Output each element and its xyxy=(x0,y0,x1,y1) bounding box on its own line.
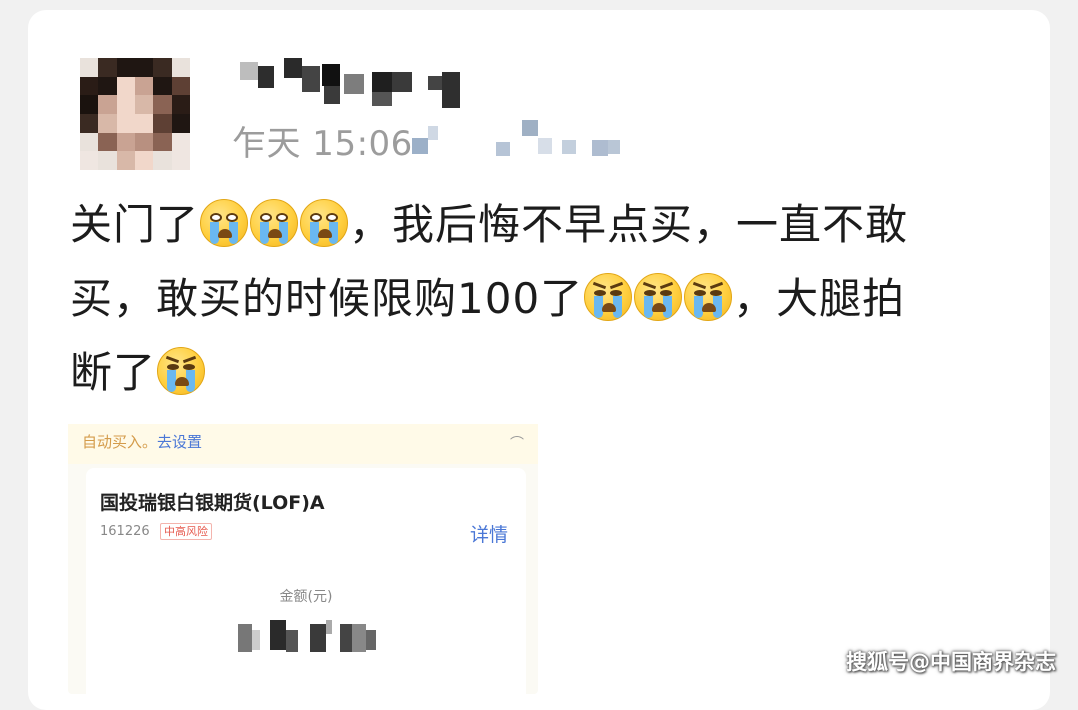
post-timestamp: 乍天 15:06 xyxy=(232,124,413,164)
post-body: 关门了 ，我后悔不早点买，一直不敢 买，敢买的时候限购100了 ，大腿拍 断了 xyxy=(70,188,1030,410)
corner-glyph: ⌒ xyxy=(510,436,524,452)
autobuy-settings-link[interactable]: 去设置 xyxy=(157,433,202,451)
avatar[interactable] xyxy=(80,58,190,170)
pixelated-username[interactable] xyxy=(232,58,472,110)
post-text-segment: 断了 xyxy=(70,348,157,397)
fund-code: 161226 xyxy=(100,524,150,539)
amount-label: 金额(元) xyxy=(279,589,333,605)
fund-card: 国投瑞银白银期货(LOF)A 161226 中高风险 详情 金额(元) xyxy=(86,468,526,708)
crying-face-emoji xyxy=(200,199,249,247)
pixelated-meta-info xyxy=(412,118,632,158)
crying-face-emoji xyxy=(250,199,299,247)
post-text-segment: ，大腿拍 xyxy=(733,274,906,323)
post-line-1: 关门了 ，我后悔不早点买，一直不敢 xyxy=(70,188,1030,262)
post-text-segment: ，我后悔不早点买，一直不敢 xyxy=(349,200,909,249)
crying-face-emoji xyxy=(300,199,349,247)
post-line-3: 断了 xyxy=(70,336,1030,410)
autobuy-notice: 自动买入。去设置 ⌒ xyxy=(68,424,538,464)
attached-fund-screenshot[interactable]: 自动买入。去设置 ⌒ 国投瑞银白银期货(LOF)A 161226 中高风险 详情… xyxy=(68,424,538,708)
post-text-segment: 关门了 xyxy=(70,200,200,249)
post-text-segment: 买，敢买的时候限购100了 xyxy=(70,274,584,323)
post-line-2: 买，敢买的时候限购100了 ，大腿拍 xyxy=(70,262,1030,336)
watermark: 搜狐号@中国商界杂志 xyxy=(846,650,1056,674)
risk-badge: 中高风险 xyxy=(160,523,212,540)
pixelated-amount xyxy=(238,620,388,660)
details-link[interactable]: 详情 xyxy=(470,520,508,547)
angry-crying-face-emoji xyxy=(684,273,733,321)
fund-name: 国投瑞银白银期货(LOF)A xyxy=(100,492,325,514)
angry-crying-face-emoji xyxy=(157,347,206,395)
angry-crying-face-emoji xyxy=(634,273,683,321)
angry-crying-face-emoji xyxy=(584,273,633,321)
autobuy-text: 自动买入。 xyxy=(82,433,158,451)
